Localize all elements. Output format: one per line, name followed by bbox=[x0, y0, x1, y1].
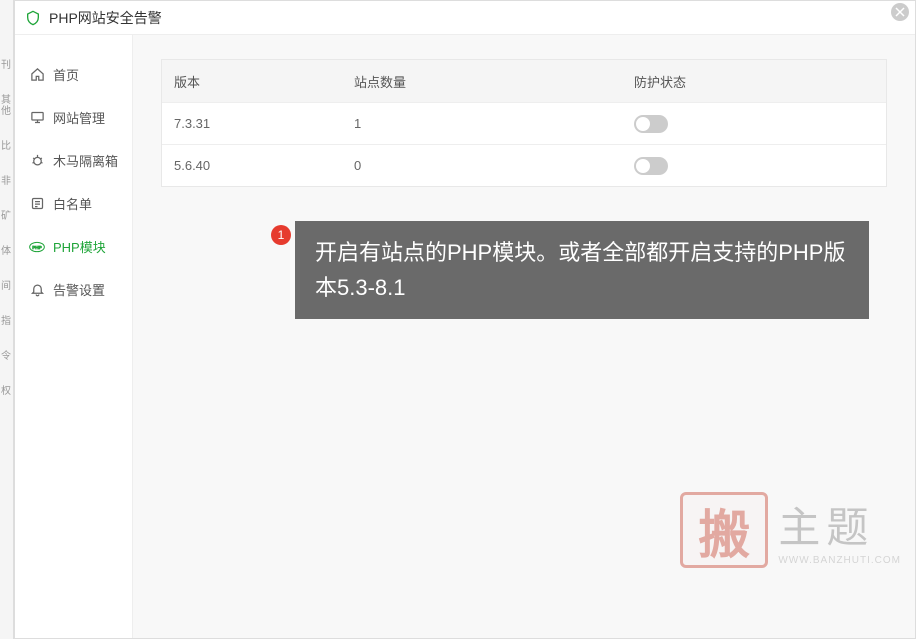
content-area: 版本 站点数量 防护状态 7.3.31 1 5.6.40 0 bbox=[133, 35, 915, 638]
sidebar-item-label: 首页 bbox=[53, 65, 79, 84]
sidebar-item-label: PHP模块 bbox=[53, 237, 106, 256]
main-panel: PHP网站安全告警 首页 网站管理 bbox=[14, 0, 916, 639]
shield-icon bbox=[25, 10, 41, 26]
watermark-seal: 搬 bbox=[680, 492, 768, 568]
panel-header: PHP网站安全告警 bbox=[15, 1, 915, 35]
watermark-title: 主题 bbox=[778, 494, 901, 555]
watermark-url: WWW.BANZHUTI.COM bbox=[778, 555, 901, 566]
col-header-status: 防护状态 bbox=[634, 72, 874, 91]
home-icon bbox=[29, 67, 45, 83]
watermark: 搬 主题 WWW.BANZHUTI.COM bbox=[680, 492, 901, 568]
bug-icon bbox=[29, 153, 45, 169]
cell-count: 1 bbox=[354, 116, 634, 131]
php-icon: PHP bbox=[29, 239, 45, 255]
sidebar-item-home[interactable]: 首页 bbox=[15, 53, 132, 96]
left-partial-labels: 刊 其他 比 非 矿 体 间 指 令 权 bbox=[0, 40, 14, 401]
sidebar-item-alert-settings[interactable]: 告警设置 bbox=[15, 268, 132, 311]
table-row: 7.3.31 1 bbox=[162, 102, 886, 144]
cell-version: 5.6.40 bbox=[174, 158, 354, 173]
sidebar-item-quarantine[interactable]: 木马隔离箱 bbox=[15, 139, 132, 182]
close-button[interactable] bbox=[891, 3, 909, 21]
panel-title: PHP网站安全告警 bbox=[49, 8, 162, 28]
list-icon bbox=[29, 196, 45, 212]
bell-icon bbox=[29, 282, 45, 298]
tip-tooltip: 开启有站点的PHP模块。或者全部都开启支持的PHP版本5.3-8.1 bbox=[295, 221, 869, 319]
cell-version: 7.3.31 bbox=[174, 116, 354, 131]
table-header: 版本 站点数量 防护状态 bbox=[162, 60, 886, 102]
sidebar-item-site-manage[interactable]: 网站管理 bbox=[15, 96, 132, 139]
left-strip: 刊 其他 比 非 矿 体 间 指 令 权 bbox=[0, 0, 14, 639]
sidebar-item-whitelist[interactable]: 白名单 bbox=[15, 182, 132, 225]
php-table: 版本 站点数量 防护状态 7.3.31 1 5.6.40 0 bbox=[161, 59, 887, 187]
sidebar-item-label: 告警设置 bbox=[53, 280, 105, 299]
tip-number-badge: 1 bbox=[271, 225, 291, 245]
col-header-version: 版本 bbox=[174, 72, 354, 91]
table-row: 5.6.40 0 bbox=[162, 144, 886, 186]
body-wrap: 首页 网站管理 木马隔离箱 白名单 bbox=[15, 35, 915, 638]
monitor-icon bbox=[29, 110, 45, 126]
sidebar: 首页 网站管理 木马隔离箱 白名单 bbox=[15, 35, 133, 638]
sidebar-item-label: 白名单 bbox=[53, 194, 92, 213]
cell-status bbox=[634, 157, 874, 175]
sidebar-item-label: 木马隔离箱 bbox=[53, 151, 118, 170]
cell-count: 0 bbox=[354, 158, 634, 173]
sidebar-item-label: 网站管理 bbox=[53, 108, 105, 127]
protection-toggle[interactable] bbox=[634, 115, 668, 133]
cell-status bbox=[634, 115, 874, 133]
col-header-count: 站点数量 bbox=[354, 72, 634, 91]
protection-toggle[interactable] bbox=[634, 157, 668, 175]
svg-text:PHP: PHP bbox=[32, 245, 42, 250]
sidebar-item-php-module[interactable]: PHP PHP模块 bbox=[15, 225, 132, 268]
